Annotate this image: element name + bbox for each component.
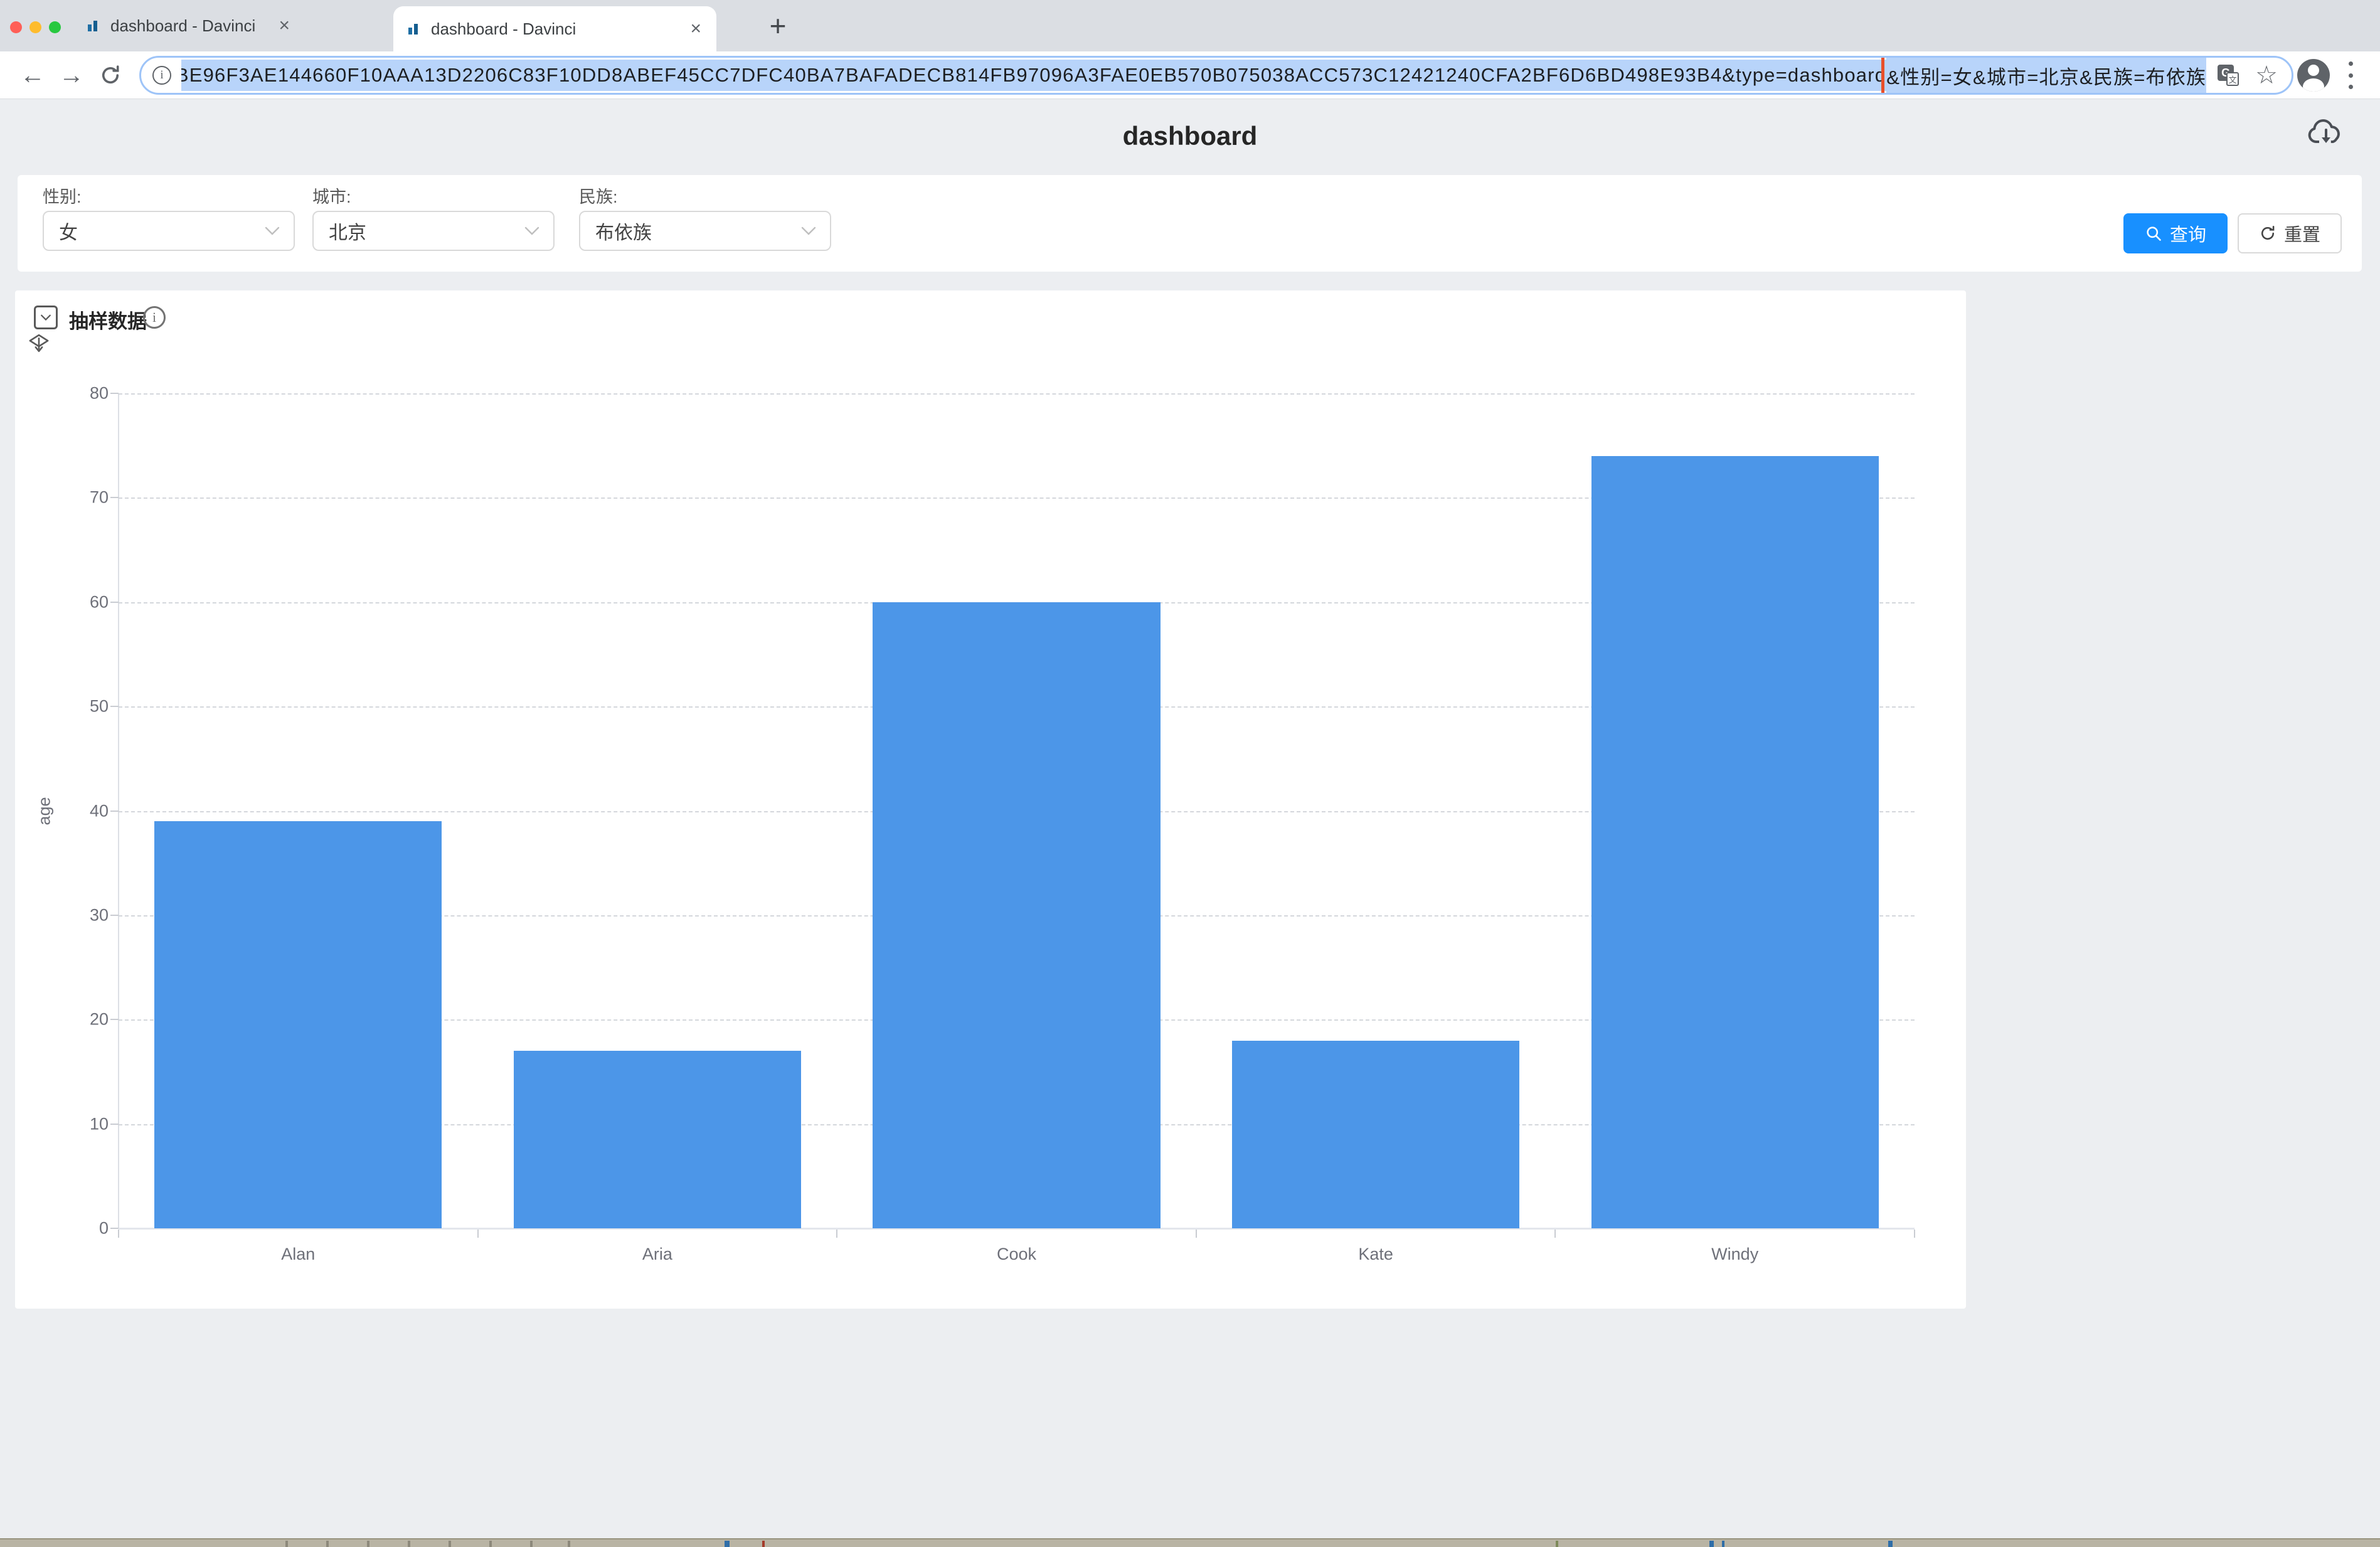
filter-bar: 性别: 女 城市: 北京 民族: 布依族 查询 xyxy=(18,175,2362,272)
y-tick-label: 20 xyxy=(90,1010,109,1029)
tab-title: dashboard - Davinci xyxy=(431,19,576,39)
drill-down-icon[interactable] xyxy=(28,332,50,354)
browser-toolbar: ← → i )31C605B7C115040027BFD4101411BBE96… xyxy=(0,51,2380,99)
chevron-down-icon xyxy=(801,226,816,235)
x-category-label: Aria xyxy=(642,1245,672,1264)
browser-tab-strip: dashboard - Davinci × dashboard - Davinc… xyxy=(0,0,2380,51)
search-icon xyxy=(2145,225,2162,242)
y-tick-mark xyxy=(110,1019,119,1020)
y-axis-title: age xyxy=(35,797,55,825)
forward-icon[interactable]: → xyxy=(54,51,89,99)
y-tick-mark xyxy=(110,811,119,812)
window-close-button[interactable] xyxy=(10,21,22,33)
y-tick-label: 10 xyxy=(90,1114,109,1134)
widget-type-icon[interactable] xyxy=(34,306,58,329)
x-category-label: Cook xyxy=(997,1245,1036,1264)
tab-close-icon[interactable]: × xyxy=(688,19,704,38)
bar[interactable] xyxy=(1232,1041,1519,1228)
query-button[interactable]: 查询 xyxy=(2123,213,2228,253)
bar[interactable] xyxy=(1591,456,1879,1228)
filter-label: 民族: xyxy=(579,183,618,208)
x-category-label: Kate xyxy=(1358,1245,1393,1264)
new-tab-button[interactable]: + xyxy=(762,10,794,41)
x-tick-mark xyxy=(1914,1230,1915,1238)
tab-close-icon[interactable]: × xyxy=(276,16,292,35)
url-main-text: )31C605B7C115040027BFD4101411BBE96F3AE14… xyxy=(181,60,1886,91)
back-icon[interactable]: ← xyxy=(15,51,50,99)
city-select[interactable]: 北京 xyxy=(312,211,555,251)
selected-value: 布依族 xyxy=(595,217,652,245)
x-category-label: Windy xyxy=(1711,1245,1758,1264)
bookmark-star-icon[interactable]: ☆ xyxy=(2255,63,2278,88)
page-info-icon[interactable]: i xyxy=(152,66,171,85)
x-tick-mark xyxy=(1196,1230,1197,1238)
x-tick-mark xyxy=(836,1230,837,1238)
y-tick-mark xyxy=(110,1124,119,1125)
y-tick-label: 70 xyxy=(90,488,109,508)
url-text: )31C605B7C115040027BFD4101411BBE96F3AE14… xyxy=(181,58,2206,93)
chart-widget-card: 抽样数据 i age 01020304050607080AlanAriaCook… xyxy=(15,290,1966,1309)
plot-area: age 01020304050607080AlanAriaCookKateWin… xyxy=(119,393,1915,1228)
davinci-favicon-icon xyxy=(406,21,421,36)
widget-title: 抽样数据 xyxy=(69,306,147,334)
url-query-params-text: &性别=女&城市=北京&民族=布依族 xyxy=(1886,58,2206,93)
dashboard-page: dashboard 性别: 女 城市: 北京 民族: 布依族 xyxy=(0,100,2380,1538)
browser-menu-icon[interactable] xyxy=(2347,61,2354,89)
filter-label: 城市: xyxy=(312,183,351,208)
x-tick-mark xyxy=(1554,1230,1556,1238)
y-tick-label: 30 xyxy=(90,905,109,925)
y-tick-mark xyxy=(110,706,119,707)
reset-button[interactable]: 重置 xyxy=(2238,213,2342,253)
window-zoom-button[interactable] xyxy=(49,21,61,33)
bar[interactable] xyxy=(514,1051,801,1228)
davinci-favicon-icon xyxy=(85,18,100,33)
y-tick-label: 40 xyxy=(90,801,109,821)
y-tick-mark xyxy=(110,497,119,498)
annotation-highlight-box xyxy=(1881,58,2206,93)
x-category-label: Alan xyxy=(281,1245,315,1264)
y-tick-label: 60 xyxy=(90,592,109,612)
download-cloud-icon[interactable] xyxy=(2307,116,2345,149)
gender-select[interactable]: 女 xyxy=(43,211,295,251)
ethnicity-select[interactable]: 布依族 xyxy=(579,211,831,251)
y-tick-label: 0 xyxy=(99,1219,109,1238)
profile-avatar[interactable] xyxy=(2297,59,2330,92)
bar[interactable] xyxy=(873,602,1160,1228)
y-tick-label: 50 xyxy=(90,697,109,716)
reload-icon[interactable] xyxy=(93,51,128,99)
y-tick-mark xyxy=(110,602,119,603)
y-tick-mark xyxy=(110,393,119,394)
x-tick-mark xyxy=(118,1230,119,1238)
window-minimize-button[interactable] xyxy=(29,21,41,33)
selected-value: 北京 xyxy=(329,217,366,245)
tab-title: dashboard - Davinci xyxy=(110,16,255,36)
reload-icon xyxy=(2259,225,2276,242)
x-tick-mark xyxy=(477,1230,479,1238)
y-tick-mark xyxy=(110,1228,119,1229)
page-title: dashboard xyxy=(0,121,2380,151)
url-address-bar[interactable]: i )31C605B7C115040027BFD4101411BBE96F3AE… xyxy=(139,56,2293,95)
chevron-down-icon xyxy=(265,226,280,235)
browser-tab-active[interactable]: dashboard - Davinci × xyxy=(393,6,716,51)
selected-value: 女 xyxy=(59,217,78,245)
info-icon[interactable]: i xyxy=(143,306,166,329)
y-tick-mark xyxy=(110,915,119,916)
bar[interactable] xyxy=(154,821,442,1228)
translate-icon[interactable]: G 文 xyxy=(2218,65,2239,86)
filter-label: 性别: xyxy=(43,183,82,208)
background-window-edge xyxy=(0,1538,2380,1547)
browser-tab-inactive[interactable]: dashboard - Davinci × xyxy=(80,0,299,51)
gridline xyxy=(119,393,1915,395)
chevron-down-icon xyxy=(524,226,539,235)
y-tick-label: 80 xyxy=(90,384,109,403)
